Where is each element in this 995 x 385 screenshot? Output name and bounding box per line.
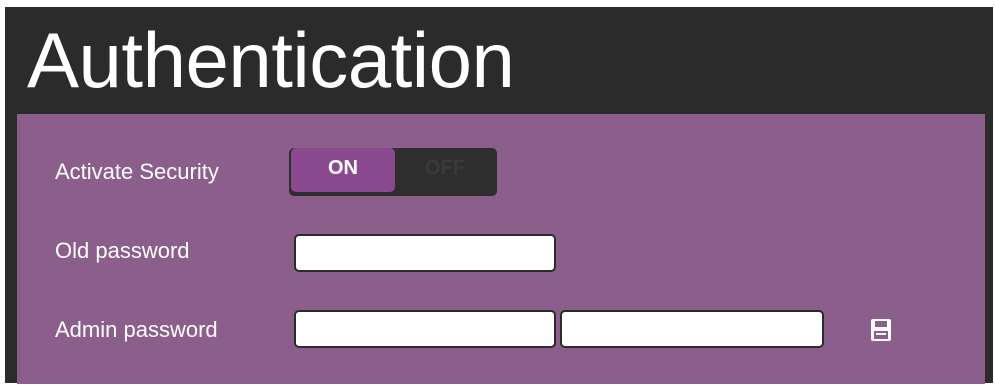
authentication-panel: Activate Security ON OFF Old password Ad… <box>17 114 985 384</box>
authentication-window: Authentication Activate Security ON OFF … <box>5 7 993 384</box>
old-password-label: Old password <box>55 238 190 263</box>
toggle-off-option[interactable]: OFF <box>395 148 495 192</box>
activate-security-toggle[interactable]: ON OFF <box>289 148 497 196</box>
admin-password-confirm-field[interactable] <box>560 310 824 348</box>
admin-password-label: Admin password <box>55 317 218 342</box>
activate-security-label: Activate Security <box>55 159 219 184</box>
toggle-on-option[interactable]: ON <box>291 148 395 192</box>
admin-password-field[interactable] <box>294 310 556 348</box>
page-title: Authentication <box>27 16 515 104</box>
old-password-field[interactable] <box>294 234 556 272</box>
save-icon[interactable] <box>870 318 892 342</box>
